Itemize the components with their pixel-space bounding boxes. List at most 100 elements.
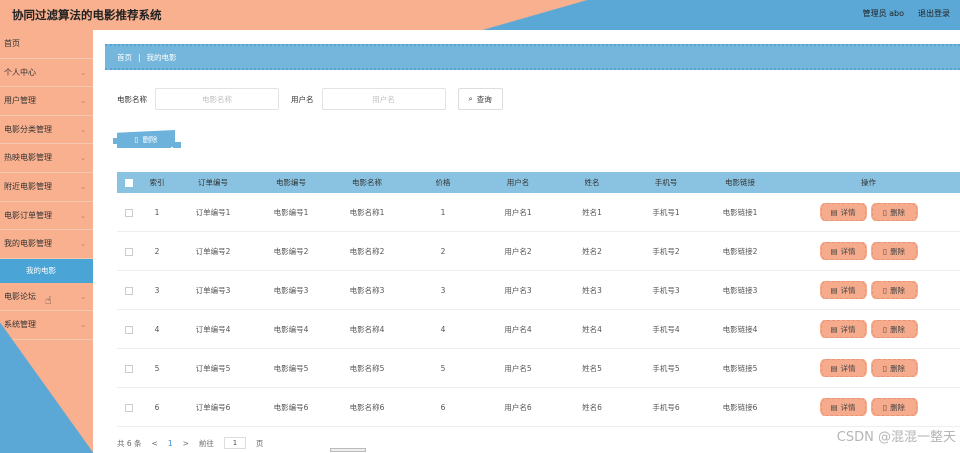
cell-movie-name: 电影名称5 [349, 363, 385, 373]
cell-movie-no: 电影编号1 [273, 207, 309, 217]
batch-delete-button[interactable]: ▯ 删除 [117, 130, 175, 148]
row-checkbox[interactable] [125, 208, 133, 217]
detail-button-label: 详情 [840, 207, 856, 217]
admin-label: 管理员 abo [862, 9, 904, 18]
cell-index: 3 [154, 285, 160, 295]
cell-price: 3 [440, 285, 446, 295]
row-checkbox[interactable] [125, 247, 133, 256]
detail-button[interactable]: ▤ 详情 [820, 359, 866, 377]
goto-label: 前往 [198, 438, 214, 448]
chevron-down-icon: ⌄ [80, 211, 86, 220]
trash-icon: ▯ [882, 402, 888, 412]
select-all-checkbox[interactable] [125, 179, 133, 187]
username-input[interactable] [321, 88, 446, 110]
cell-movie-link: 电影链接2 [722, 246, 758, 256]
row-checkbox[interactable] [125, 325, 133, 334]
detail-button[interactable]: ▤ 详情 [820, 242, 866, 260]
cell-movie-name: 电影名称4 [349, 324, 385, 334]
chevron-down-icon: ⌄ [80, 292, 86, 301]
cell-username: 用户名4 [504, 324, 532, 334]
cell-name: 姓名3 [582, 285, 602, 295]
sidebar-item-label: 热映电影管理 [4, 153, 52, 163]
sidebar-item-3[interactable]: 电影分类管理 ⌄ [0, 116, 93, 145]
detail-button-label: 详情 [840, 402, 856, 412]
cell-phone: 手机号2 [652, 246, 680, 256]
sidebar-item-4[interactable]: 热映电影管理 ⌄ [0, 144, 93, 173]
delete-button-label: 删除 [890, 285, 906, 295]
cell-movie-no: 电影编号2 [273, 246, 309, 256]
sidebar-item-6[interactable]: 电影订单管理 ⌄ [0, 202, 93, 231]
sidebar-item-7[interactable]: 我的电影管理 ⌄ [0, 230, 93, 259]
delete-button-label: 删除 [890, 402, 906, 412]
delete-button[interactable]: ▯ 删除 [871, 359, 917, 377]
delete-button[interactable]: ▯ 删除 [871, 242, 917, 260]
goto-page-input[interactable] [223, 437, 246, 449]
top-header: 协同过滤算法的电影推荐系统 管理员 abo 退出登录 [0, 0, 960, 30]
sidebar-item-2[interactable]: 用户管理 ⌄ [0, 87, 93, 116]
cell-movie-link: 电影链接6 [722, 402, 758, 412]
username-label: 用户名 [291, 94, 314, 104]
cell-name: 姓名6 [582, 402, 602, 412]
file-icon: ▤ [830, 285, 838, 295]
col-header-index: 索引 [149, 178, 165, 187]
chevron-down-icon: ⌄ [80, 125, 86, 134]
prev-page-button[interactable]: < [152, 439, 158, 448]
hand-cursor-icon: ☝ [45, 294, 52, 307]
cell-phone: 手机号3 [652, 285, 680, 295]
cell-price: 5 [440, 363, 446, 373]
delete-button[interactable]: ▯ 删除 [871, 320, 917, 338]
detail-button[interactable]: ▤ 详情 [820, 281, 866, 299]
col-header-price: 价格 [435, 178, 451, 187]
delete-button[interactable]: ▯ 删除 [871, 281, 917, 299]
sidebar-item-label: 首页 [4, 39, 20, 48]
breadcrumb-separator: | [138, 52, 141, 62]
cell-movie-no: 电影编号4 [273, 324, 309, 334]
row-checkbox[interactable] [125, 286, 133, 295]
file-icon: ▤ [830, 402, 838, 412]
row-checkbox[interactable] [125, 403, 133, 412]
sidebar-item-5[interactable]: 附近电影管理 ⌄ [0, 173, 93, 202]
app-title: 协同过滤算法的电影推荐系统 [12, 8, 162, 22]
logout-link[interactable]: 退出登录 [918, 8, 950, 19]
breadcrumb-home[interactable]: 首页 [117, 52, 132, 63]
cell-name: 姓名2 [582, 246, 602, 256]
cell-movie-name: 电影名称6 [349, 402, 385, 412]
next-page-button[interactable]: > [183, 439, 189, 448]
horizontal-scrollbar[interactable] [330, 448, 366, 452]
query-button[interactable]: ⌕ 查询 [457, 88, 503, 110]
sidebar-item-0[interactable]: 首页 [0, 30, 93, 59]
total-count: 共 6 条 [117, 438, 142, 448]
trash-icon: ▯ [882, 246, 888, 256]
sidebar-item-after-1[interactable]: 系统管理 ⌄ [0, 311, 93, 340]
file-icon: ▤ [830, 207, 838, 217]
delete-button[interactable]: ▯ 删除 [871, 203, 917, 221]
movie-name-input[interactable] [155, 88, 279, 110]
cell-index: 1 [154, 207, 160, 217]
sidebar-item-1[interactable]: 个人中心 ⌄ [0, 59, 93, 88]
detail-button[interactable]: ▤ 详情 [820, 398, 866, 416]
sidebar-subitem-my-movies[interactable]: 我的电影 [0, 258, 93, 283]
delete-button[interactable]: ▯ 删除 [871, 398, 917, 416]
cell-phone: 手机号1 [652, 207, 680, 217]
chevron-down-icon: ⌄ [80, 321, 86, 330]
cell-username: 用户名2 [504, 246, 532, 256]
detail-button-label: 详情 [840, 324, 856, 334]
cell-movie-name: 电影名称3 [349, 285, 385, 295]
detail-button[interactable]: ▤ 详情 [820, 320, 866, 338]
table-row: 2 订单编号2 电影编号2 电影名称2 2 用户名2 姓名2 手机号2 电影链接2 ▤ 详情 ▯ 删除 [117, 232, 960, 271]
sidebar-item-label: 个人中心 [4, 67, 36, 77]
delete-button-label: 删除 [890, 207, 906, 217]
sidebar-item-label: 电影订单管理 [4, 210, 52, 220]
row-checkbox[interactable] [125, 364, 133, 373]
table-row: 4 订单编号4 电影编号4 电影名称4 4 用户名4 姓名4 手机号4 电影链接4 ▤ 详情 ▯ 删除 [117, 310, 960, 349]
header-user-area: 管理员 abo 退出登录 [863, 8, 950, 19]
breadcrumb: 首页 | 我的电影 [105, 44, 960, 70]
cell-username: 用户名1 [504, 207, 532, 217]
detail-button[interactable]: ▤ 详情 [820, 203, 866, 221]
pagination: 共 6 条 < 1 > 前往 页 [117, 437, 263, 449]
page-number-1[interactable]: 1 [168, 439, 173, 448]
sidebar-item-label: 电影分类管理 [4, 124, 52, 134]
main-content: 首页 | 我的电影 电影名称 用户名 ⌕ 查询 ▯ 删除 索引 订单编号 电影编… [93, 30, 960, 453]
cell-price: 4 [440, 324, 446, 334]
cell-price: 2 [440, 246, 446, 256]
